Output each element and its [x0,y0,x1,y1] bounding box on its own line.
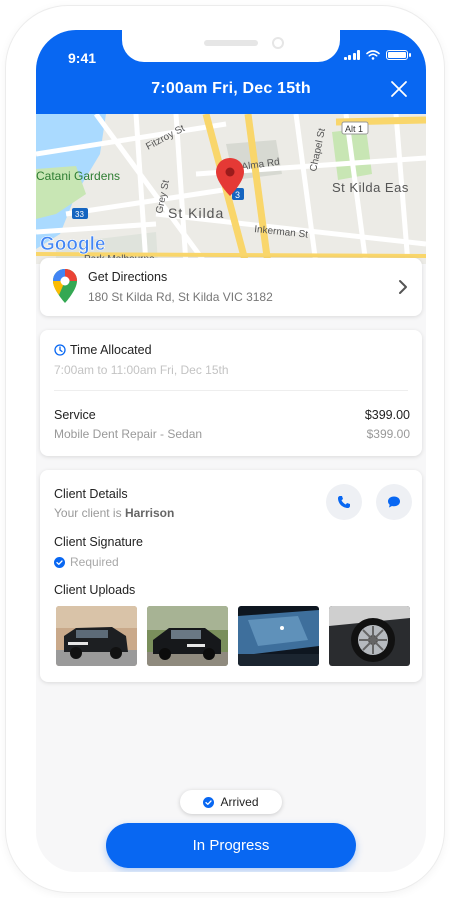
map-shield-3: 3 [235,190,240,200]
time-allocated-card: Time Allocated 7:00am to 11:00am Fri, De… [40,330,422,456]
upload-thumbnail[interactable] [238,606,319,666]
directions-card[interactable]: Get Directions 180 St Kilda Rd, St Kilda… [40,258,422,316]
upload-thumbnail[interactable] [56,606,137,666]
map-shield-33: 33 [75,210,84,219]
signature-status: Required [54,555,119,569]
clock-icon [54,344,66,356]
signature-status-text: Required [70,555,119,569]
status-time: 9:41 [68,50,97,66]
in-progress-button[interactable]: In Progress [106,823,356,868]
chat-icon [388,496,400,508]
google-logo: Google [40,234,105,255]
battery-icon [386,50,411,60]
map-label-catani: Catani Gardens [36,169,120,183]
upload-thumbnail[interactable] [329,606,410,666]
phone-icon [338,496,350,508]
uploads-gallery [56,606,410,666]
status-icons [343,50,411,60]
arrived-label: Arrived [220,795,259,809]
message-client-button[interactable] [376,484,412,520]
arrived-status-pill: Arrived [180,790,282,814]
client-prefix: Your client is [54,506,125,520]
app-screen: 9:41 7:00am Fri, Dec 15th Fitzroy St Alm… [36,30,426,872]
call-client-button[interactable] [326,484,362,520]
service-label: Service [54,408,96,422]
uploads-title: Client Uploads [54,583,136,597]
check-circle-icon [54,556,65,568]
map-label-stkildaeast: St Kilda Eas [332,180,409,195]
service-price: $399.00 [364,408,410,422]
check-circle-icon [203,796,215,808]
front-camera [272,37,284,49]
map-canvas: Fitzroy St Alma Rd Chapel St Grey St Ink… [36,114,426,264]
google-maps-icon [53,269,77,303]
directions-title: Get Directions [88,270,168,284]
wifi-icon [366,50,380,60]
directions-address: 180 St Kilda Rd, St Kilda VIC 3182 [88,290,273,304]
time-allocated-title: Time Allocated [70,343,152,357]
client-name-line: Your client is Harrison [54,506,174,520]
service-subtotal: $399.00 [366,427,410,441]
service-name: Mobile Dent Repair - Sedan [54,427,203,441]
signal-icon [343,50,360,60]
divider [54,390,408,391]
client-card: Client Details Your client is Harrison C… [40,470,422,682]
map-label-stkilda: St Kilda [168,205,224,221]
client-name: Harrison [124,506,175,520]
map-shield-alt1: Alt 1 [345,124,363,134]
client-details-title: Client Details [54,487,128,501]
chevron-right-icon[interactable] [396,279,410,295]
signature-title: Client Signature [54,535,143,549]
upload-thumbnail[interactable] [147,606,228,666]
location-map[interactable]: Fitzroy St Alma Rd Chapel St Grey St Ink… [36,114,426,264]
device-notch [122,30,340,62]
page-title: 7:00am Fri, Dec 15th [151,80,311,97]
phone-frame: 9:41 7:00am Fri, Dec 15th Fitzroy St Alm… [6,6,444,892]
app-header: 9:41 7:00am Fri, Dec 15th [36,30,426,114]
speaker-grille [204,40,258,46]
close-icon[interactable] [390,80,408,98]
time-allocated-range: 7:00am to 11:00am Fri, Dec 15th [54,363,229,377]
